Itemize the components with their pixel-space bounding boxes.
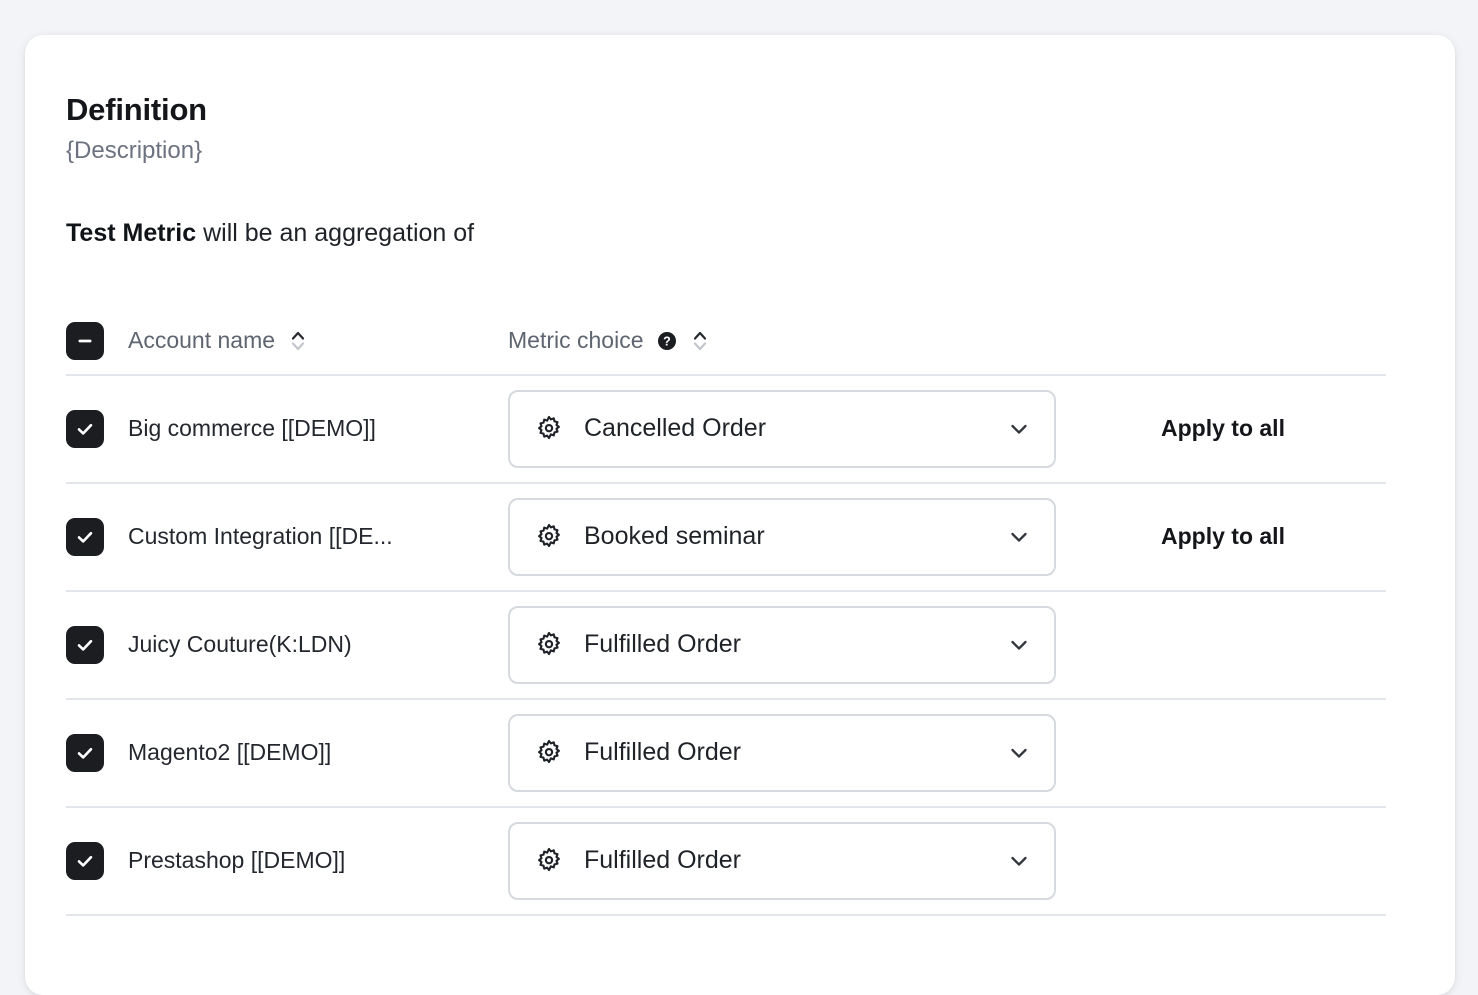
metric-choice-cell: Fulfilled Order (508, 822, 1078, 900)
table-row: Magento2 [[DEMO]] Fulfilled Order (66, 700, 1386, 808)
metric-choice-cell: Cancelled Order (508, 390, 1078, 468)
chevron-down-icon (1006, 416, 1032, 442)
select-all-cell (66, 322, 128, 360)
table-row: Prestashop [[DEMO]] Fulfilled Order (66, 808, 1386, 916)
gear-icon (534, 738, 564, 768)
metric-choice-select[interactable]: Cancelled Order (508, 390, 1056, 468)
chevron-down-icon (1006, 740, 1032, 766)
metric-choice-value: Cancelled Order (584, 414, 1006, 443)
account-name-label: Custom Integration [[DE... (128, 523, 393, 550)
chevron-down-icon (1006, 524, 1032, 550)
row-checkbox[interactable] (66, 842, 104, 880)
column-header-metric-choice[interactable]: Metric choice ? (508, 327, 1078, 354)
apply-to-all-button[interactable]: Apply to all (1161, 523, 1285, 550)
svg-text:?: ? (664, 334, 672, 348)
gear-icon (534, 522, 564, 552)
metric-choice-cell: Fulfilled Order (508, 714, 1078, 792)
metric-choice-cell: Fulfilled Order (508, 606, 1078, 684)
gear-icon (534, 630, 564, 660)
metric-choice-value: Booked seminar (584, 522, 1006, 551)
account-name-label: Prestashop [[DEMO]] (128, 847, 345, 874)
sort-chevrons-icon[interactable] (289, 328, 307, 354)
account-name-cell: Custom Integration [[DE... (128, 523, 508, 550)
metric-choice-select[interactable]: Fulfilled Order (508, 606, 1056, 684)
account-name-cell: Juicy Couture(K:LDN) (128, 631, 508, 658)
row-select-cell (66, 842, 128, 880)
row-select-cell (66, 518, 128, 556)
accounts-table: Account name Metric choice ? (66, 310, 1386, 916)
metric-choice-select[interactable]: Fulfilled Order (508, 714, 1056, 792)
gear-icon (534, 846, 564, 876)
aggregation-suffix: will be an aggregation of (196, 219, 474, 247)
metric-choice-value: Fulfilled Order (584, 738, 1006, 767)
column-header-account-name-label: Account name (128, 327, 275, 354)
row-checkbox[interactable] (66, 410, 104, 448)
row-select-cell (66, 734, 128, 772)
account-name-label: Magento2 [[DEMO]] (128, 739, 331, 766)
account-name-label: Big commerce [[DEMO]] (128, 415, 376, 442)
definition-card: Definition {Description} Test Metric wil… (25, 35, 1455, 995)
aggregation-statement: Test Metric will be an aggregation of (66, 218, 1455, 248)
help-circle-icon[interactable]: ? (657, 331, 677, 351)
column-header-metric-choice-label: Metric choice (508, 327, 643, 354)
page-title: Definition (66, 93, 1455, 127)
column-header-account-name[interactable]: Account name (128, 327, 508, 354)
row-checkbox[interactable] (66, 626, 104, 664)
metric-choice-select[interactable]: Fulfilled Order (508, 822, 1056, 900)
page-description: {Description} (66, 137, 1455, 166)
metric-name: Test Metric (66, 219, 196, 247)
table-row: Big commerce [[DEMO]] Cancelled Order (66, 376, 1386, 484)
sort-chevrons-icon[interactable] (691, 328, 709, 354)
gear-icon (534, 414, 564, 444)
metric-choice-value: Fulfilled Order (584, 846, 1006, 875)
row-select-cell (66, 626, 128, 664)
account-name-cell: Magento2 [[DEMO]] (128, 739, 508, 766)
account-name-label: Juicy Couture(K:LDN) (128, 631, 352, 658)
apply-to-all-button[interactable]: Apply to all (1161, 415, 1285, 442)
apply-to-all-cell: Apply to all (1078, 523, 1386, 550)
select-all-checkbox[interactable] (66, 322, 104, 360)
chevron-down-icon (1006, 632, 1032, 658)
table-header-row: Account name Metric choice ? (66, 310, 1386, 376)
apply-to-all-cell: Apply to all (1078, 415, 1386, 442)
row-checkbox[interactable] (66, 518, 104, 556)
account-name-cell: Big commerce [[DEMO]] (128, 415, 508, 442)
table-row: Custom Integration [[DE... Booked semina… (66, 484, 1386, 592)
table-row: Juicy Couture(K:LDN) Fulfilled Order (66, 592, 1386, 700)
metric-choice-cell: Booked seminar (508, 498, 1078, 576)
row-checkbox[interactable] (66, 734, 104, 772)
chevron-down-icon (1006, 848, 1032, 874)
metric-choice-value: Fulfilled Order (584, 630, 1006, 659)
account-name-cell: Prestashop [[DEMO]] (128, 847, 508, 874)
metric-choice-select[interactable]: Booked seminar (508, 498, 1056, 576)
row-select-cell (66, 410, 128, 448)
